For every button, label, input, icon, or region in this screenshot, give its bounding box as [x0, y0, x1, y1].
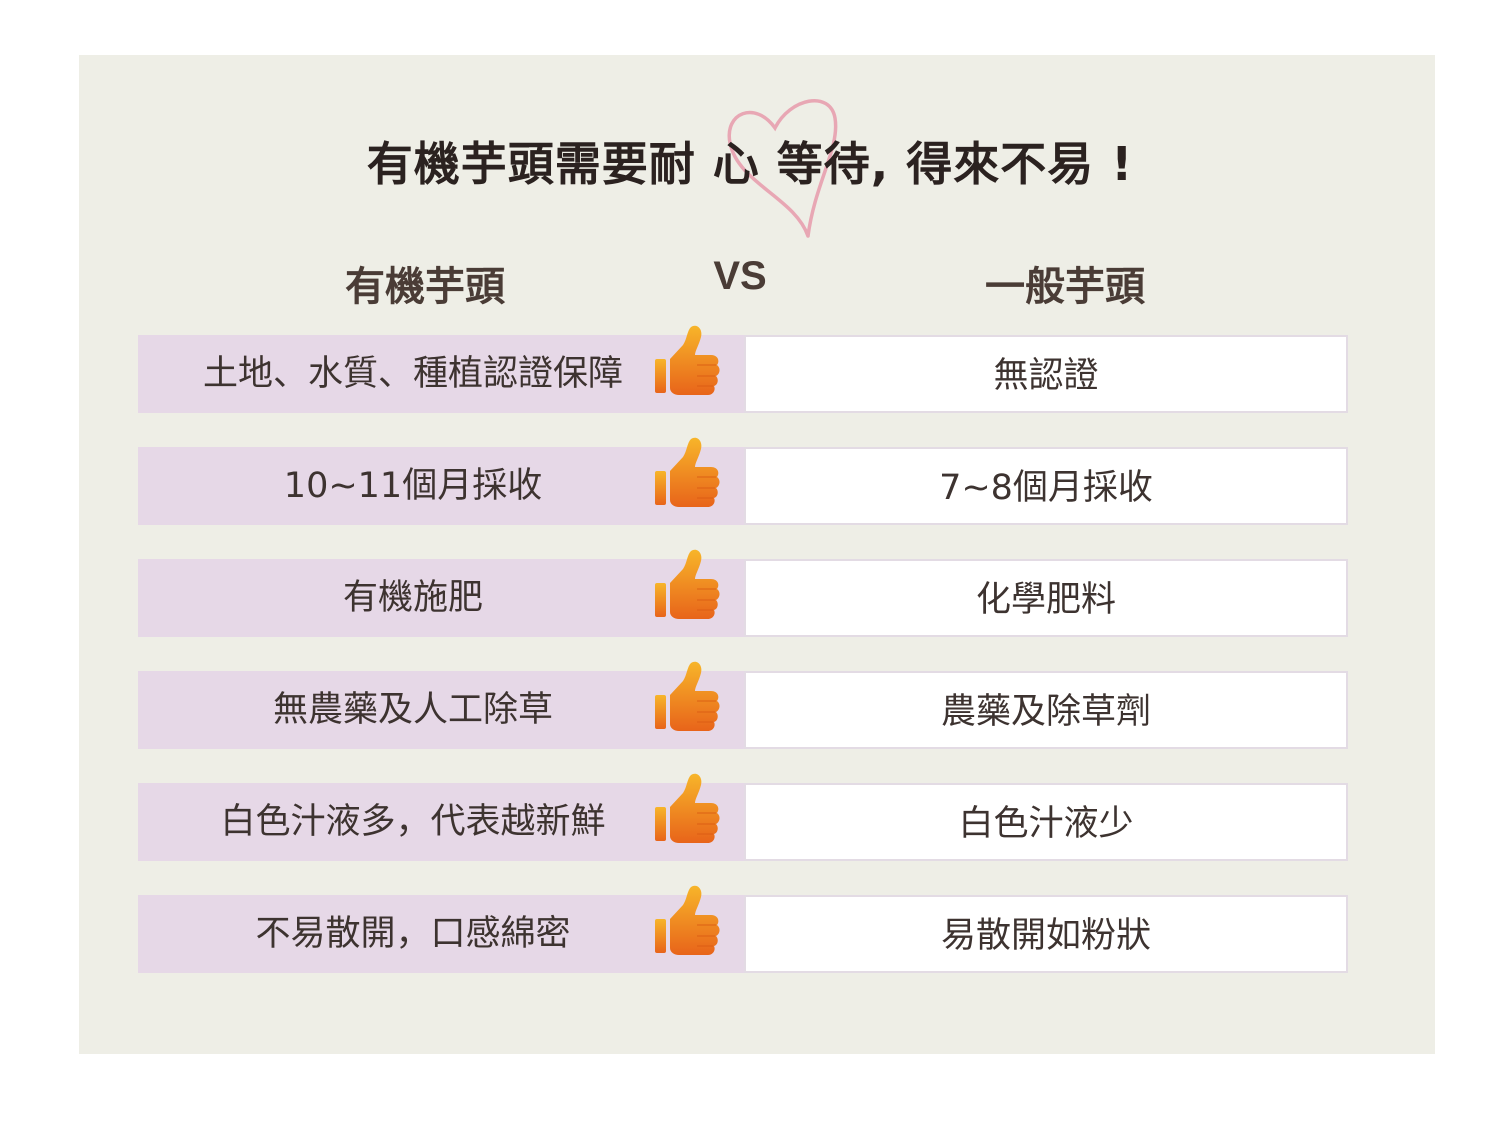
- regular-cell: 7~8個月採收: [744, 447, 1348, 525]
- thumbs-up-icon: [655, 325, 720, 395]
- regular-cell: 化學肥料: [744, 559, 1348, 637]
- comparison-row: 有機施肥 化學肥料: [138, 549, 1348, 637]
- regular-feature-text: 易散開如粉狀: [940, 916, 1151, 956]
- page-title: 有機芋頭需要耐 心 等待, 得來不易 !: [366, 137, 1134, 191]
- column-header-vs: VS: [713, 254, 767, 298]
- regular-feature-text: 化學肥料: [975, 580, 1116, 620]
- organic-cell: 無農藥及人工除草: [138, 661, 744, 749]
- organic-feature-text: 不易散開，口感綿密: [255, 914, 571, 954]
- regular-feature-text: 7~8個月採收: [939, 468, 1153, 508]
- comparison-row: 不易散開，口感綿密 易散開如粉狀: [138, 885, 1348, 973]
- regular-feature-text: 白色汁液少: [958, 804, 1134, 844]
- comparison-row: 無農藥及人工除草 農藥及除草劑: [138, 661, 1348, 749]
- comparison-row: 10~11個月採收 7~8個月採收: [138, 437, 1348, 525]
- thumbs-up-icon: [655, 549, 720, 619]
- organic-cell: 土地、水質、種植認證保障: [138, 325, 744, 413]
- regular-feature-text: 無認證: [993, 356, 1099, 396]
- organic-feature-text: 白色汁液多，代表越新鮮: [220, 802, 606, 842]
- organic-feature-text: 土地、水質、種植認證保障: [202, 354, 623, 394]
- regular-cell: 白色汁液少: [744, 783, 1348, 861]
- organic-cell: 有機施肥: [138, 549, 744, 637]
- thumbs-up-icon: [655, 885, 720, 955]
- thumbs-up-icon: [655, 661, 720, 731]
- column-header-regular: 一般芋頭: [985, 264, 1145, 310]
- organic-feature-text: 10~11個月採收: [283, 466, 543, 506]
- comparison-row: 白色汁液多，代表越新鮮 白色汁液少: [138, 773, 1348, 861]
- organic-cell: 不易散開，口感綿密: [138, 885, 744, 973]
- organic-cell: 白色汁液多，代表越新鮮: [138, 773, 744, 861]
- organic-feature-text: 無農藥及人工除草: [272, 690, 553, 730]
- thumbs-up-icon: [655, 773, 720, 843]
- comparison-row: 土地、水質、種植認證保障 無認證: [138, 325, 1348, 413]
- column-header-organic: 有機芋頭: [345, 264, 505, 310]
- thumbs-up-icon: [655, 437, 720, 507]
- organic-feature-text: 有機施肥: [342, 578, 483, 618]
- regular-cell: 無認證: [744, 335, 1348, 413]
- regular-feature-text: 農藥及除草劑: [940, 692, 1151, 732]
- organic-cell: 10~11個月採收: [138, 437, 744, 525]
- regular-cell: 農藥及除草劑: [744, 671, 1348, 749]
- regular-cell: 易散開如粉狀: [744, 895, 1348, 973]
